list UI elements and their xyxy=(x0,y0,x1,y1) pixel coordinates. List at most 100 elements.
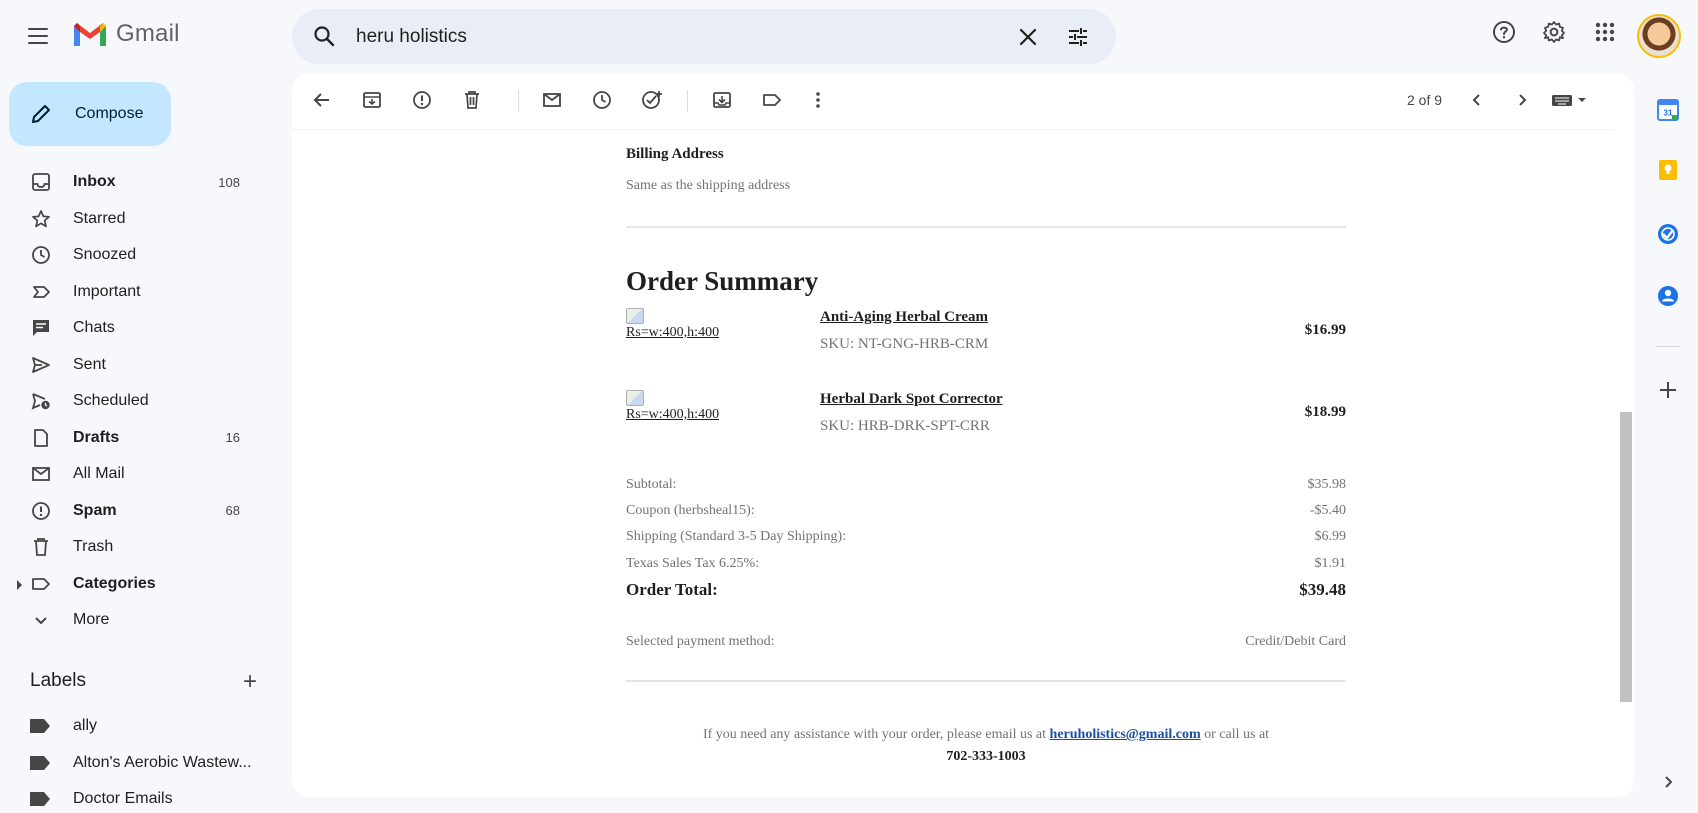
sidebar-item-more[interactable]: More xyxy=(0,602,270,639)
toolbar-divider xyxy=(687,90,688,112)
input-tools-keyboard-icon[interactable] xyxy=(1550,88,1590,112)
gmail-m-icon xyxy=(74,23,106,46)
sidebar-item-label: More xyxy=(73,611,110,629)
important-icon xyxy=(30,281,52,303)
sidebar-item-label: Snoozed xyxy=(73,246,137,264)
search-input[interactable]: heru holistics xyxy=(356,26,467,48)
search-options-icon[interactable] xyxy=(1066,25,1090,49)
assistance-text: If you need any assistance with your ord… xyxy=(626,727,1346,743)
label-item[interactable]: ally xyxy=(0,708,270,745)
gmail-logo-text: Gmail xyxy=(116,20,180,47)
label-item[interactable]: Doctor Emails xyxy=(0,781,270,813)
sidebar-item-categories[interactable]: Categories xyxy=(0,566,270,603)
draft-icon xyxy=(30,427,52,449)
product-image-link[interactable]: Rs=w:400,h:400 xyxy=(626,390,719,422)
snooze-icon[interactable] xyxy=(590,88,614,112)
label-item-label: Alton's Aerobic Wastew... xyxy=(73,753,252,771)
label-tag-icon xyxy=(30,792,50,807)
label-item-label: Doctor Emails xyxy=(73,790,173,808)
sidebar-item-all-mail[interactable]: All Mail xyxy=(0,456,270,493)
support-phone[interactable]: 702-333-1003 xyxy=(626,749,1346,765)
order-total-label: Order Total: xyxy=(626,580,718,599)
add-label-icon[interactable]: + xyxy=(243,670,257,694)
newer-chevron-left-icon[interactable] xyxy=(1465,88,1489,112)
help-icon[interactable] xyxy=(1492,20,1516,44)
sidebar-item-trash[interactable]: Trash xyxy=(0,529,270,566)
order-total-row: Order Total: $39.48 xyxy=(626,580,1346,600)
sidebar-item-label: Starred xyxy=(73,209,126,227)
sidebar-item-snoozed[interactable]: Snoozed xyxy=(0,237,270,274)
label-tag-icon xyxy=(30,755,50,770)
sidebar-item-label: Chats xyxy=(73,319,115,337)
sidebar-item-inbox[interactable]: Inbox 108 xyxy=(0,164,270,201)
billing-address-heading: Billing Address xyxy=(626,146,724,162)
summary-row-subtotal: Subtotal: $35.98 xyxy=(626,477,1346,493)
divider xyxy=(626,226,1346,228)
top-bar: Gmail heru holistics xyxy=(0,0,1698,72)
pagination-text: 2 of 9 xyxy=(1407,92,1443,108)
scrollbar-thumb[interactable] xyxy=(1620,412,1632,702)
product-name-link[interactable]: Herbal Dark Spot Corrector xyxy=(820,391,1003,408)
account-avatar[interactable] xyxy=(1637,14,1681,58)
more-options-icon[interactable] xyxy=(806,88,830,112)
archive-icon[interactable] xyxy=(360,88,384,112)
sidebar-item-sent[interactable]: Sent xyxy=(0,347,270,384)
main-menu-icon[interactable] xyxy=(26,24,50,48)
summary-label: Texas Sales Tax 6.25%: xyxy=(626,556,760,571)
sidebar-item-label: All Mail xyxy=(73,465,125,483)
get-addons-plus-icon[interactable] xyxy=(1648,370,1688,410)
search-icon[interactable] xyxy=(312,24,336,48)
order-item: Rs=w:400,h:400 Herbal Dark Spot Correcto… xyxy=(626,390,1346,450)
keep-icon[interactable] xyxy=(1648,150,1688,190)
all-mail-icon xyxy=(30,463,52,485)
show-side-panel-chevron-icon[interactable] xyxy=(1648,762,1688,802)
sidebar-nav: Inbox 108 Starred Snoozed Important Chat… xyxy=(0,164,270,639)
label-as-icon[interactable] xyxy=(760,88,784,112)
summary-row-shipping: Shipping (Standard 3-5 Day Shipping): $6… xyxy=(626,529,1346,545)
summary-label: Shipping (Standard 3-5 Day Shipping): xyxy=(626,529,847,544)
sidebar-item-important[interactable]: Important xyxy=(0,274,270,311)
settings-gear-icon[interactable] xyxy=(1542,20,1566,44)
payment-method-row: Selected payment method: Credit/Debit Ca… xyxy=(626,634,1346,650)
order-item: Rs=w:400,h:400 Anti-Aging Herbal Cream S… xyxy=(626,308,1346,368)
divider xyxy=(626,680,1346,682)
unread-count: 16 xyxy=(225,430,240,446)
product-price: $16.99 xyxy=(1304,322,1346,338)
sidebar-item-starred[interactable]: Starred xyxy=(0,201,270,238)
chat-icon xyxy=(30,317,52,339)
search-bar[interactable]: heru holistics xyxy=(292,9,1116,64)
summary-value: $1.91 xyxy=(1314,556,1347,571)
broken-image-icon xyxy=(626,308,644,324)
label-item-label: ally xyxy=(73,717,98,735)
sidebar-item-chats[interactable]: Chats xyxy=(0,310,270,347)
google-apps-icon[interactable] xyxy=(1593,20,1617,44)
label-item[interactable]: Alton's Aerobic Wastew... xyxy=(0,745,270,782)
sidebar-item-label: Sent xyxy=(73,355,106,373)
back-arrow-icon[interactable] xyxy=(310,88,334,112)
sidebar-item-label: Categories xyxy=(73,574,156,592)
expand-caret-icon[interactable] xyxy=(17,579,22,590)
delete-icon[interactable] xyxy=(460,88,484,112)
report-spam-icon[interactable] xyxy=(410,88,434,112)
message-toolbar: 2 of 9 xyxy=(292,74,1614,130)
compose-button[interactable]: Compose xyxy=(9,82,171,146)
product-image-link[interactable]: Rs=w:400,h:400 xyxy=(626,308,719,340)
move-to-icon[interactable] xyxy=(710,88,734,112)
support-email-link[interactable]: heruholistics@gmail.com xyxy=(1050,727,1201,742)
product-sku: SKU: NT-GNG-HRB-CRM xyxy=(820,336,989,352)
calendar-icon[interactable]: 31 xyxy=(1648,90,1688,130)
tasks-icon[interactable] xyxy=(1648,214,1688,254)
sidebar-item-spam[interactable]: Spam 68 xyxy=(0,493,270,530)
mark-unread-icon[interactable] xyxy=(540,88,564,112)
gmail-logo[interactable]: Gmail xyxy=(72,20,180,48)
sidebar-item-label: Drafts xyxy=(73,428,120,446)
add-to-tasks-icon[interactable] xyxy=(640,88,664,112)
older-chevron-right-icon[interactable] xyxy=(1510,88,1534,112)
clear-search-icon[interactable] xyxy=(1016,25,1040,49)
contacts-icon[interactable] xyxy=(1648,276,1688,316)
sidebar-item-scheduled[interactable]: Scheduled xyxy=(0,383,270,420)
product-name-link[interactable]: Anti-Aging Herbal Cream xyxy=(820,309,988,326)
sidebar-item-drafts[interactable]: Drafts 16 xyxy=(0,420,270,457)
summary-value: -$5.40 xyxy=(1309,503,1346,518)
sidebar-item-label: Spam xyxy=(73,501,117,519)
